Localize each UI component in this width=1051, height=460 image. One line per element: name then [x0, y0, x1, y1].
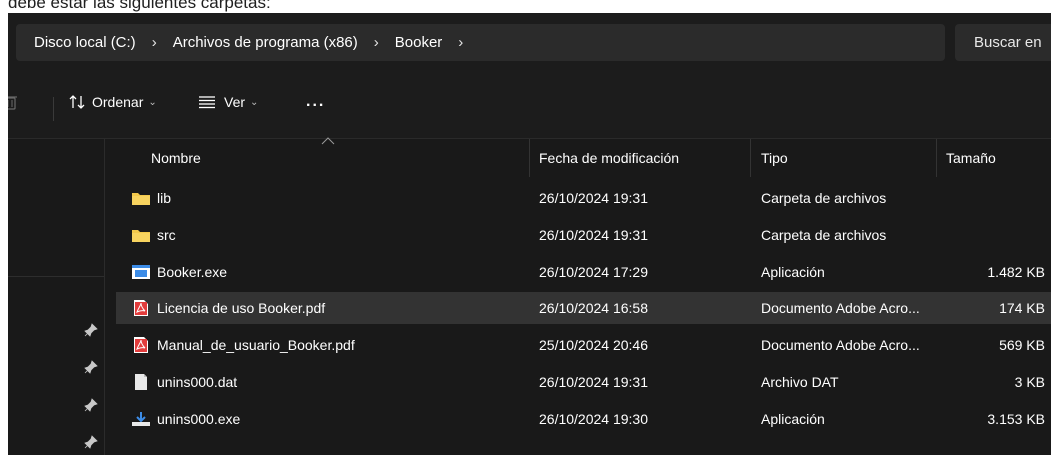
- navigation-pane: [8, 139, 105, 455]
- pin-icon[interactable]: [84, 360, 98, 374]
- file-list: Nombre Fecha de modificación Tipo Tamaño…: [105, 137, 1051, 455]
- column-header-name[interactable]: Nombre: [151, 139, 201, 177]
- file-name-cell: src: [131, 219, 511, 251]
- sort-icon: [69, 95, 85, 109]
- nav-divider: [8, 276, 104, 277]
- sort-caret-icon: [321, 137, 335, 145]
- file-explorer-window: Disco local (C:) › Archivos de programa …: [8, 13, 1051, 455]
- file-icon: [131, 373, 151, 391]
- toolbar-divider: [53, 97, 54, 121]
- breadcrumb-separator[interactable]: ›: [374, 34, 379, 51]
- caption-text: debe estar las siguientes carpetas:: [8, 0, 271, 12]
- file-date-cell: 26/10/2024 19:31: [539, 227, 648, 243]
- address-bar[interactable]: Disco local (C:) › Archivos de programa …: [16, 24, 945, 61]
- column-header-type[interactable]: Tipo: [761, 139, 788, 177]
- sort-label: Ordenar: [92, 94, 144, 110]
- breadcrumb-expand-chevron[interactable]: ›: [458, 34, 463, 51]
- file-date-cell: 26/10/2024 17:29: [539, 264, 648, 280]
- column-header-size[interactable]: Tamaño: [946, 139, 996, 177]
- file-size-cell: [946, 182, 1045, 214]
- address-row: Disco local (C:) › Archivos de programa …: [8, 13, 1051, 66]
- folder-icon: [131, 226, 151, 244]
- file-size-cell: 569 KB: [999, 337, 1045, 353]
- table-row[interactable]: src 26/10/2024 19:31 Carpeta de archivos: [116, 219, 1051, 251]
- installer-icon: [131, 410, 151, 428]
- view-button[interactable]: Ver ⌄: [198, 88, 258, 116]
- view-icon: [199, 96, 215, 109]
- file-date-cell: 26/10/2024 19:31: [539, 190, 648, 206]
- file-name-cell: Booker.exe: [131, 256, 511, 288]
- file-size-cell: 1.482 KB: [987, 264, 1045, 280]
- file-name-cell: lib: [131, 182, 511, 214]
- file-name-cell: Licencia de uso Booker.pdf: [131, 292, 511, 324]
- command-bar: Ordenar ⌄ Ver ⌄ ...: [8, 66, 1051, 139]
- file-name-cell: unins000.exe: [131, 403, 511, 435]
- pin-icon[interactable]: [84, 398, 98, 412]
- column-divider[interactable]: [936, 139, 937, 177]
- table-row[interactable]: unins000.exe 26/10/2024 19:30 Aplicación…: [116, 403, 1051, 435]
- column-header-date[interactable]: Fecha de modificación: [539, 139, 679, 177]
- file-date-cell: 26/10/2024 16:58: [539, 300, 648, 316]
- breadcrumb-disco-local[interactable]: Disco local (C:): [32, 34, 138, 51]
- more-options-button[interactable]: ...: [306, 88, 325, 116]
- file-size-cell: 174 KB: [999, 300, 1045, 316]
- pin-icon[interactable]: [84, 435, 98, 449]
- sort-button[interactable]: Ordenar ⌄: [68, 88, 157, 116]
- folder-icon: [131, 189, 151, 207]
- breadcrumb-separator[interactable]: ›: [152, 34, 157, 51]
- search-input[interactable]: Buscar en: [955, 24, 1051, 61]
- application-icon: [131, 263, 151, 281]
- table-row-selected[interactable]: Licencia de uso Booker.pdf 26/10/2024 16…: [116, 292, 1051, 324]
- file-size-cell: 3 KB: [1014, 374, 1045, 390]
- chevron-down-icon: ⌄: [250, 96, 259, 108]
- file-type-cell: Documento Adobe Acro...: [761, 300, 920, 316]
- breadcrumb-archivos-programa[interactable]: Archivos de programa (x86): [171, 34, 360, 51]
- file-type-cell: Aplicación: [761, 264, 825, 280]
- file-date-cell: 25/10/2024 20:46: [539, 337, 648, 353]
- pin-icon[interactable]: [84, 323, 98, 337]
- table-row[interactable]: Manual_de_usuario_Booker.pdf 25/10/2024 …: [116, 329, 1051, 361]
- file-date-cell: 26/10/2024 19:30: [539, 411, 648, 427]
- file-type-cell: Archivo DAT: [761, 374, 839, 390]
- breadcrumb-booker[interactable]: Booker: [393, 34, 445, 51]
- file-type-cell: Carpeta de archivos: [761, 227, 887, 243]
- table-row[interactable]: unins000.dat 26/10/2024 19:31 Archivo DA…: [116, 366, 1051, 398]
- file-size-cell: 3.153 KB: [987, 411, 1045, 427]
- delete-icon[interactable]: [8, 88, 18, 116]
- table-row[interactable]: lib 26/10/2024 19:31 Carpeta de archivos: [116, 182, 1051, 214]
- table-row[interactable]: Booker.exe 26/10/2024 17:29 Aplicación 1…: [116, 256, 1051, 288]
- file-type-cell: Carpeta de archivos: [761, 190, 887, 206]
- file-type-cell: Aplicación: [761, 411, 825, 427]
- pdf-icon: [131, 336, 151, 354]
- file-size-cell: [946, 219, 1045, 251]
- column-divider[interactable]: [750, 139, 751, 177]
- file-date-cell: 26/10/2024 19:31: [539, 374, 648, 390]
- column-divider[interactable]: [529, 139, 530, 177]
- view-label: Ver: [224, 94, 246, 110]
- file-name-cell: Manual_de_usuario_Booker.pdf: [131, 329, 511, 361]
- file-type-cell: Documento Adobe Acro...: [761, 337, 920, 353]
- chevron-down-icon: ⌄: [148, 96, 157, 108]
- file-name-cell: unins000.dat: [131, 366, 511, 398]
- pdf-icon: [131, 299, 151, 317]
